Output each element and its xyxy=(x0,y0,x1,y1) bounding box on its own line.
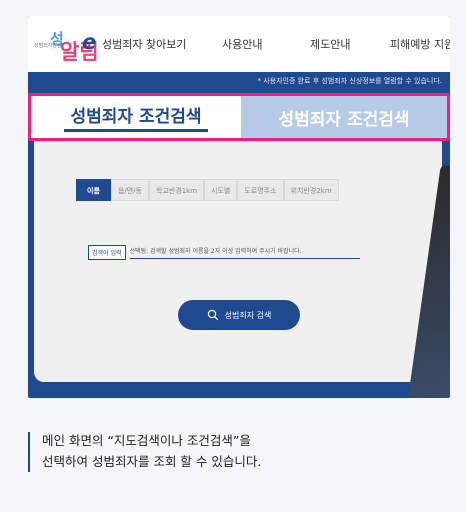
filter-school-radius[interactable]: 학교반경1km xyxy=(148,179,205,201)
filter-road-address[interactable]: 도로명주소 xyxy=(237,179,284,201)
caption-accent-bar xyxy=(28,432,30,472)
tab-inactive-label: 성범죄자 조건검색 xyxy=(278,109,410,130)
search-icon xyxy=(207,309,218,321)
caption-line-2: 선택하여 성범죄자를 조회 할 수 있습니다. xyxy=(42,454,262,469)
nav-item-prevention[interactable]: 피해예방 지원 xyxy=(390,36,450,52)
filter-town[interactable]: 읍/면/동 xyxy=(110,179,149,201)
logo-mark-c: e xyxy=(82,30,97,54)
filter-location-radius[interactable]: 위치반경2km xyxy=(283,179,339,201)
filter-tabs: 이름 읍/면/동 학교반경1km 시도별 도로명주소 위치반경2km xyxy=(76,179,339,201)
caption: 메인 화면의 “지도검색이나 조건검색”을 선택하여 성범죄자를 조회 할 수 … xyxy=(28,430,448,472)
search-panel: 이름 읍/면/동 학교반경1km 시도별 도로명주소 위치반경2km 검색어 입… xyxy=(34,120,442,382)
nav-item-usage-guide[interactable]: 사용안내 xyxy=(222,36,262,52)
caption-line-1: 메인 화면의 “지도검색이나 조건검색”을 xyxy=(42,433,251,448)
top-navigation: 성범죄자알림 성 알림 e 성범죄자 찾아보기 사용안내 제도안내 피해예방 지… xyxy=(28,16,450,72)
filter-name[interactable]: 이름 xyxy=(76,179,111,201)
screenshot-frame: 성범죄자알림 성 알림 e 성범죄자 찾아보기 사용안내 제도안내 피해예방 지… xyxy=(28,16,450,398)
tab-active-label: 성범죄자 조건검색 xyxy=(64,102,208,132)
search-input-label: 검색어 입력 xyxy=(88,245,126,260)
search-button-label: 성범죄자 검색 xyxy=(224,310,272,320)
nav-item-find-offender[interactable]: 성범죄자 찾아보기 xyxy=(102,36,186,52)
tab-condition-search-active[interactable]: 성범죄자 조건검색 xyxy=(31,96,241,138)
search-input[interactable]: 선택됨: 검색할 성범죄자 이름을 2자 이상 입력하여 주시기 바랍니다. xyxy=(129,246,360,259)
offender-search-button[interactable]: 성범죄자 검색 xyxy=(178,300,300,330)
nav-item-system-guide[interactable]: 제도안내 xyxy=(310,36,350,52)
filter-region[interactable]: 시도별 xyxy=(204,179,238,201)
guide-card: 성범죄자알림 성 알림 e 성범죄자 찾아보기 사용안내 제도안내 피해예방 지… xyxy=(0,0,466,512)
tab-condition-search[interactable]: 성범죄자 조건검색 xyxy=(241,96,447,138)
search-type-tabs: 성범죄자 조건검색 성범죄자 조건검색 xyxy=(28,93,450,141)
notice-bar: * 사용자인증 완료 후 성범죄자 신상정보를 열람할 수 있습니다. xyxy=(28,72,450,90)
site-logo[interactable]: 성범죄자알림 성 알림 e xyxy=(34,24,106,64)
search-hint: 검색어 입력 선택됨: 검색할 성범죄자 이름을 2자 이상 입력하여 주시기 … xyxy=(88,245,360,260)
